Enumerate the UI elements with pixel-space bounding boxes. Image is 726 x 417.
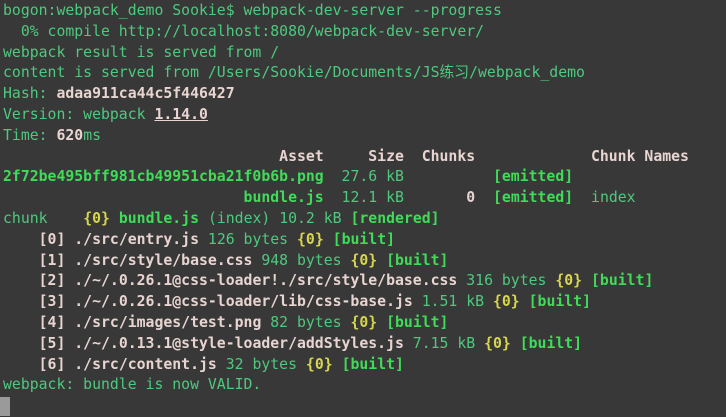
text-segment: [2] ./~/.0.26.1@css-loader!./src/style/b… <box>39 272 458 289</box>
text-segment <box>3 189 244 206</box>
text-segment: Time: <box>3 127 56 144</box>
text-segment: 316 bytes <box>457 272 555 289</box>
text-segment: [rendered] <box>350 210 439 227</box>
text-segment <box>3 293 39 310</box>
text-segment <box>3 356 39 373</box>
text-segment <box>377 314 386 331</box>
text-segment: 126 bytes <box>199 231 297 248</box>
time-line: Time: 620ms <box>3 126 726 147</box>
text-segment <box>475 189 493 206</box>
text-segment: [0] ./src/entry.js <box>39 231 199 248</box>
text-segment <box>573 189 591 206</box>
terminal-body[interactable]: bogon:webpack_demo Sookie$ webpack-dev-s… <box>0 0 726 417</box>
module-row-0: [0] ./src/entry.js 126 bytes {0} [built] <box>3 230 726 251</box>
text-segment: {0} <box>555 272 582 289</box>
text-segment: [emitted] <box>493 168 573 185</box>
text-segment: bundle.js <box>244 189 324 206</box>
text-segment: content is served from /Users/Sookie/Doc… <box>3 64 585 81</box>
text-segment: chunk <box>3 210 83 227</box>
text-segment: {0} <box>493 293 520 310</box>
cursor-line <box>3 396 726 417</box>
text-segment <box>520 293 529 310</box>
module-row-3: [3] ./~/.0.26.1@css-loader/lib/css-base.… <box>3 292 726 313</box>
text-segment <box>3 231 39 248</box>
text-segment: [built] <box>591 272 653 289</box>
bundle-valid-message: webpack: bundle is now VALID. <box>3 375 726 396</box>
text-segment: [built] <box>386 252 448 269</box>
text-segment: [3] ./~/.0.26.1@css-loader/lib/css-base.… <box>39 293 413 310</box>
text-segment: [built] <box>386 314 448 331</box>
text-segment: [4] ./src/images/test.png <box>39 314 262 331</box>
text-segment: {0} <box>306 356 333 373</box>
asset-row-png: 2f72be495bff981cb49951cba21f0b6b.png 27.… <box>3 167 726 188</box>
text-segment <box>582 272 591 289</box>
text-segment: webpack: bundle is now VALID. <box>3 376 261 393</box>
text-segment <box>3 314 39 331</box>
text-segment: 12.1 kB <box>324 189 404 206</box>
terminal-cursor <box>0 397 10 416</box>
text-segment <box>511 335 520 352</box>
text-segment: {0} <box>83 210 110 227</box>
text-segment: [5] ./~/.0.13.1@style-loader/addStyles.j… <box>39 335 404 352</box>
text-segment <box>3 252 39 269</box>
text-segment: 32 bytes <box>217 356 306 373</box>
text-segment: 1.51 kB <box>413 293 493 310</box>
content-served-message: content is served from /Users/Sookie/Doc… <box>3 63 726 84</box>
text-segment: 2f72be495bff981cb49951cba21f0b6b.png <box>3 168 324 185</box>
text-segment: 620 <box>56 127 83 144</box>
chunk-summary-line: chunk {0} bundle.js (index) 10.2 kB [ren… <box>3 209 726 230</box>
text-segment: Version: webpack <box>3 106 154 123</box>
text-segment: 0% compile http://localhost:8080/webpack… <box>3 23 484 40</box>
text-segment: 82 bytes <box>261 314 350 331</box>
text-segment: 1.14.0 <box>154 106 207 123</box>
text-segment: bundle.js <box>119 210 199 227</box>
text-segment: bogon:webpack_demo Sookie$ webpack-dev-s… <box>3 2 502 19</box>
module-row-6: [6] ./src/content.js 32 bytes {0} [built… <box>3 355 726 376</box>
asset-row-bundle: bundle.js 12.1 kB 0 [emitted] index <box>3 188 726 209</box>
module-row-4: [4] ./src/images/test.png 82 bytes {0} [… <box>3 313 726 334</box>
text-segment: (index) 10.2 kB <box>199 210 350 227</box>
text-segment: [emitted] <box>493 189 573 206</box>
text-segment: adaa911ca44c5f446427 <box>56 85 234 102</box>
text-segment: ms <box>83 127 101 144</box>
compile-progress-line: 0% compile http://localhost:8080/webpack… <box>3 22 726 43</box>
text-segment: [built] <box>520 335 582 352</box>
text-segment: Hash: <box>3 85 56 102</box>
text-segment: 27.6 kB <box>324 168 493 185</box>
text-segment: 7.15 kB <box>404 335 484 352</box>
module-row-1: [1] ./src/style/base.css 948 bytes {0} [… <box>3 251 726 272</box>
text-segment: 948 bytes <box>252 252 350 269</box>
text-segment: Asset Size Chunks Chunk Names <box>3 148 689 165</box>
webpack-result-message: webpack result is served from / <box>3 43 726 64</box>
text-segment: index <box>591 189 636 206</box>
assets-table-header: Asset Size Chunks Chunk Names <box>3 147 726 168</box>
text-segment <box>377 252 386 269</box>
module-row-2: [2] ./~/.0.26.1@css-loader!./src/style/b… <box>3 271 726 292</box>
text-segment <box>3 272 39 289</box>
text-segment <box>110 210 119 227</box>
text-segment: {0} <box>297 231 324 248</box>
text-segment <box>324 231 333 248</box>
text-segment: [6] ./src/content.js <box>39 356 217 373</box>
text-segment: [built] <box>342 356 404 373</box>
text-segment <box>333 356 342 373</box>
text-segment: {0} <box>350 314 377 331</box>
text-segment: 0 <box>404 189 475 206</box>
shell-prompt-command: bogon:webpack_demo Sookie$ webpack-dev-s… <box>3 1 726 22</box>
text-segment: webpack result is served from / <box>3 44 279 61</box>
text-segment: {0} <box>484 335 511 352</box>
text-segment: [built] <box>529 293 591 310</box>
text-segment: {0} <box>350 252 377 269</box>
module-row-5: [5] ./~/.0.13.1@style-loader/addStyles.j… <box>3 334 726 355</box>
text-segment <box>3 335 39 352</box>
text-segment: [built] <box>333 231 395 248</box>
version-line: Version: webpack 1.14.0 <box>3 105 726 126</box>
hash-line: Hash: adaa911ca44c5f446427 <box>3 84 726 105</box>
text-segment: [1] ./src/style/base.css <box>39 252 253 269</box>
